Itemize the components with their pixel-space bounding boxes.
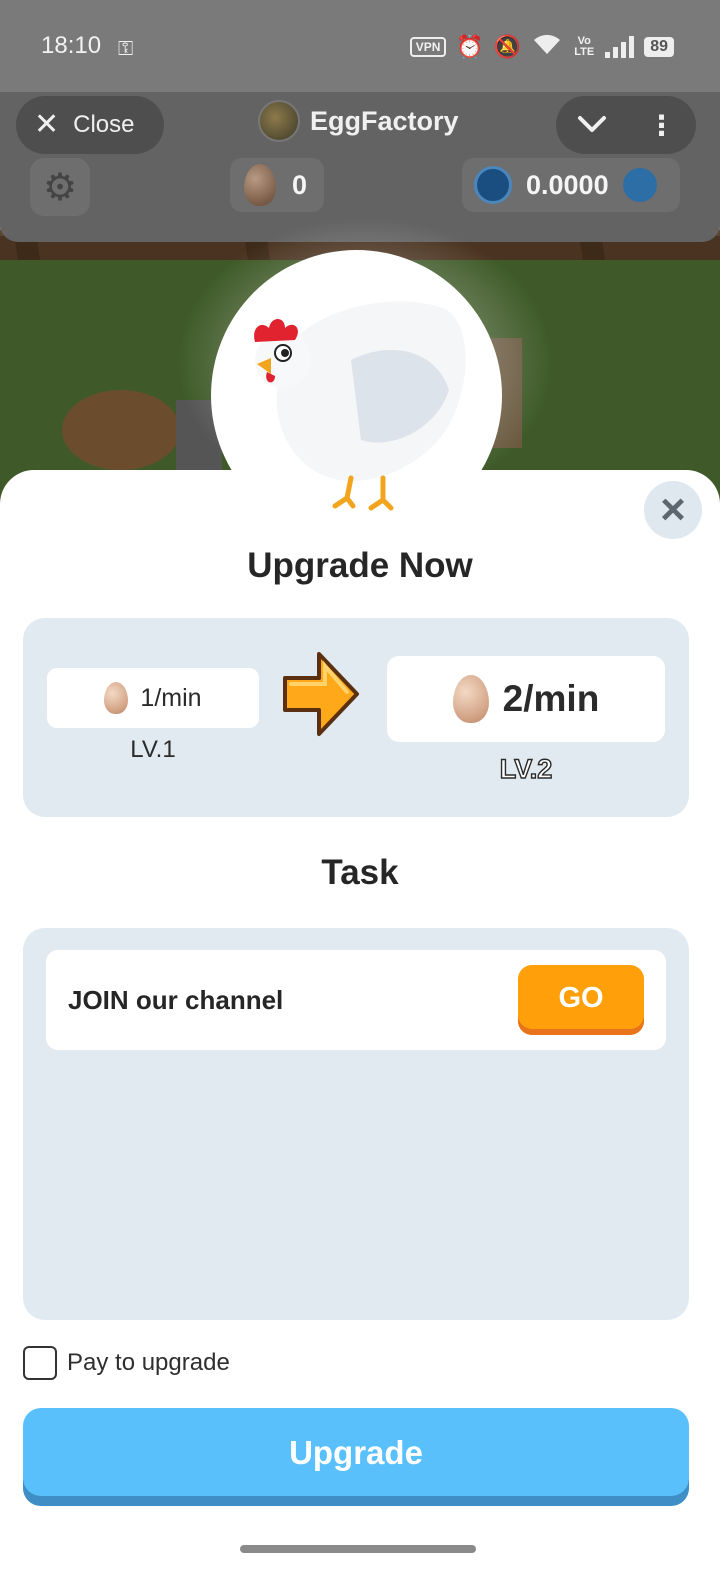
- pay-label: Pay to upgrade: [67, 1349, 230, 1376]
- upgrade-button[interactable]: Upgrade: [23, 1408, 689, 1506]
- current-rate: 1/min: [47, 668, 259, 728]
- ton-balance: 0.0000: [462, 158, 680, 212]
- egg-balance: 0: [230, 158, 324, 212]
- next-rate-value: 2/min: [502, 678, 600, 719]
- alarm-icon: ⏰: [456, 34, 484, 59]
- app-name: EggFactory: [310, 105, 459, 136]
- more-vert-icon[interactable]: ⋮: [648, 109, 676, 142]
- home-indicator[interactable]: [240, 1545, 476, 1553]
- status-time: 18:10: [41, 32, 102, 59]
- current-rate-value: 1/min: [140, 683, 202, 712]
- close-button[interactable]: ✕ Close: [16, 96, 164, 154]
- task-card: JOIN our channel GO: [23, 928, 689, 1320]
- app-title: EggFactory: [258, 100, 459, 142]
- chevron-down-icon[interactable]: [577, 109, 607, 141]
- egg-icon: [104, 682, 129, 714]
- arrow-right-icon: [283, 652, 359, 736]
- status-bar: 18:10 ⚿ VPN ⏰ 🔕 Vo LTE 89: [0, 0, 720, 92]
- go-button[interactable]: GO: [518, 965, 644, 1035]
- upgrade-card: 1/min LV.1 2/min LV.2: [23, 618, 689, 817]
- gear-icon[interactable]: ⚙: [30, 158, 90, 216]
- task-title: Task: [321, 853, 399, 892]
- key-icon: ⚿: [118, 38, 134, 60]
- battery-icon: 89: [644, 37, 674, 57]
- sheet-title: Upgrade Now: [247, 546, 473, 585]
- next-rate: 2/min: [387, 656, 665, 742]
- ton-icon: [474, 166, 512, 204]
- signal-icon: [605, 36, 635, 58]
- task-label: JOIN our channel: [68, 985, 284, 1015]
- close-icon[interactable]: ×: [644, 481, 702, 539]
- egg-balance-value: 0: [292, 169, 308, 200]
- close-icon: ✕: [34, 108, 60, 141]
- task-item: JOIN our channel GO: [46, 950, 666, 1050]
- app-logo: [258, 100, 300, 142]
- mute-icon: 🔕: [493, 34, 522, 59]
- current-level: LV.1: [130, 736, 176, 763]
- menu-pill: ⋮: [556, 96, 696, 154]
- pay-checkbox[interactable]: [23, 1346, 57, 1380]
- status-icons: VPN ⏰ 🔕 Vo LTE 89: [409, 32, 674, 62]
- egg-icon: [244, 164, 276, 206]
- upgrade-sheet: × Upgrade Now 1/min LV.1 2/min LV.2 Task…: [0, 470, 720, 1585]
- exchange-icon[interactable]: [622, 168, 657, 202]
- egg-icon: [452, 675, 489, 723]
- ton-balance-value: 0.0000: [526, 169, 609, 200]
- tree-stump: [62, 390, 180, 470]
- close-label: Close: [73, 111, 135, 138]
- pay-to-upgrade[interactable]: Pay to upgrade: [23, 1346, 230, 1380]
- vpn-badge: VPN: [409, 37, 447, 57]
- wifi-icon: [531, 32, 563, 62]
- next-level: LV.2: [499, 753, 553, 784]
- volte-icon: Vo LTE: [574, 35, 595, 58]
